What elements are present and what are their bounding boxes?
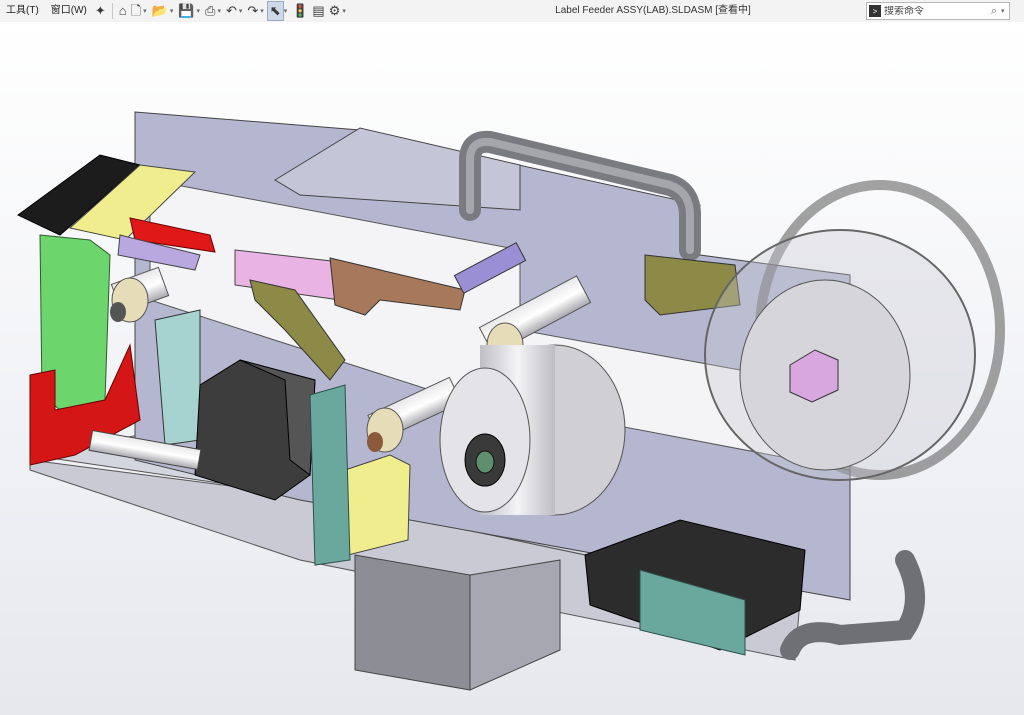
- rebuild-traffic-light-icon[interactable]: 🚦: [290, 2, 310, 20]
- chevron-down-icon[interactable]: ▾: [342, 7, 349, 15]
- print-icon[interactable]: ⎙: [203, 2, 217, 20]
- search-input[interactable]: [881, 5, 987, 17]
- command-prompt-icon: >: [869, 5, 881, 17]
- yellow-block: [344, 454, 411, 556]
- undo-icon[interactable]: ↶: [224, 2, 239, 20]
- open-folder-icon[interactable]: 📂: [150, 2, 170, 20]
- new-document-icon[interactable]: 🗋: [129, 2, 143, 20]
- document-title: Label Feeder ASSY(LAB).SLDASM [查看中]: [555, 5, 751, 16]
- command-search[interactable]: > ⌕ ▾: [866, 2, 1010, 20]
- teal-arm: [309, 384, 351, 566]
- file-properties-icon[interactable]: ▤: [310, 2, 326, 20]
- graphics-area[interactable]: [0, 22, 1024, 715]
- roller-hub: [110, 302, 126, 322]
- pin-icon[interactable]: ✦: [93, 2, 108, 20]
- menu-tools[interactable]: 工具(T): [0, 0, 45, 22]
- chevron-down-icon[interactable]: ▾: [1001, 7, 1008, 15]
- redo-icon[interactable]: ↷: [245, 2, 260, 20]
- label-roll-hub: [475, 450, 495, 474]
- home-icon[interactable]: ⌂: [117, 2, 129, 20]
- select-cursor-icon[interactable]: ⬉: [266, 1, 284, 21]
- save-icon[interactable]: 💾: [176, 2, 196, 20]
- search-icon[interactable]: ⌕: [987, 5, 1001, 18]
- menu-window[interactable]: 窗口(W): [45, 0, 93, 22]
- gear-icon[interactable]: ⚙: [327, 2, 343, 20]
- stand-leg: [354, 554, 471, 691]
- toolbar-separator: [111, 3, 113, 19]
- roller-lower-hub: [367, 432, 383, 452]
